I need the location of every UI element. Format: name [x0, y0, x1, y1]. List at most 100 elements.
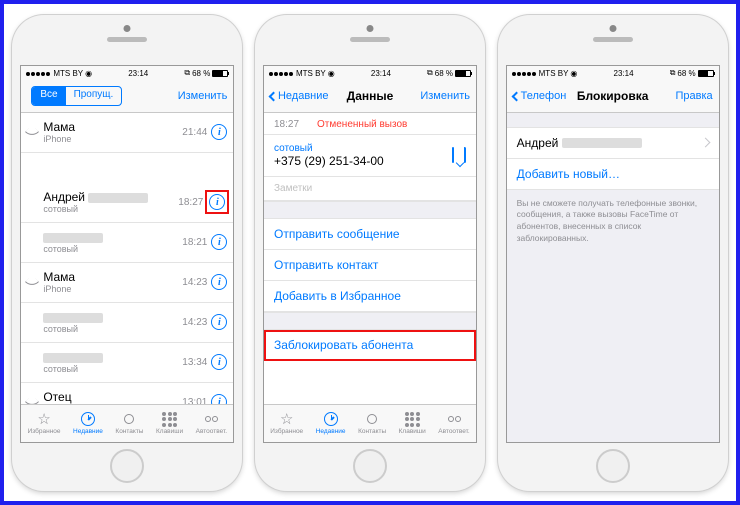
- info-button[interactable]: i: [211, 314, 227, 330]
- phone-speaker: [593, 37, 633, 42]
- chevron-right-icon: [700, 138, 710, 148]
- tab-voicemail[interactable]: Автоответ.: [438, 411, 469, 435]
- wifi-icon: ◉: [570, 69, 577, 78]
- home-button[interactable]: [110, 449, 144, 483]
- section-spacer: [264, 312, 476, 330]
- call-row[interactable]: сотовый14:23i: [21, 303, 233, 343]
- tab-favorites[interactable]: ☆Избранное: [270, 411, 303, 435]
- info-button[interactable]: i: [211, 354, 227, 370]
- caller-sub: iPhone: [43, 284, 182, 294]
- call-row[interactable]: сотовый13:34 i: [21, 343, 233, 383]
- section-spacer: [264, 201, 476, 219]
- send-message-cell[interactable]: Отправить сообщение: [264, 219, 476, 250]
- bt-icon: ⧉: [184, 68, 190, 78]
- keypad-icon: [403, 411, 421, 427]
- tab-keypad[interactable]: Клавиши: [156, 411, 183, 435]
- segmented-control[interactable]: Все Пропущ.: [31, 86, 122, 106]
- outgoing-icon: [25, 277, 39, 287]
- block-caller-cell[interactable]: Заблокировать абонента: [264, 330, 476, 361]
- add-new-blocked-cell[interactable]: Добавить новый…: [507, 159, 719, 190]
- phone-type-label: сотовый: [274, 143, 452, 154]
- screen-recents: MTS BY ◉ 23:14 ⧉68 % Все Пропущ. Изменит…: [20, 65, 234, 443]
- back-button[interactable]: Телефон: [513, 90, 567, 102]
- caller-name: Мама: [43, 120, 182, 134]
- notes-field[interactable]: Заметки: [264, 177, 476, 201]
- contact-detail[interactable]: 18:27Отмененный вызов сотовый +375 (29) …: [264, 113, 476, 404]
- clock-icon: [79, 411, 97, 427]
- keypad-icon: [161, 411, 179, 427]
- caller-sub: сотовый: [43, 364, 182, 374]
- chevron-left-icon: [511, 91, 521, 101]
- phone-frame-2: MTS BY ◉ 23:14 ⧉68 % Недавние Данные Изм…: [255, 15, 485, 491]
- screen-contact-info: MTS BY ◉ 23:14 ⧉68 % Недавние Данные Изм…: [263, 65, 477, 443]
- tab-recents[interactable]: Недавние: [316, 411, 346, 435]
- call-time: 13:01: [182, 397, 207, 404]
- battery-icon: [455, 70, 471, 77]
- info-button[interactable]: i: [209, 194, 225, 210]
- recents-list[interactable]: МамаiPhone21:44i Андрей сотовый18:27i со…: [21, 113, 233, 404]
- home-button[interactable]: [596, 449, 630, 483]
- signal-icon: [512, 69, 537, 78]
- contact-icon: [120, 411, 138, 427]
- call-row[interactable]: сотовый18:21 i: [21, 223, 233, 263]
- tab-voicemail[interactable]: Автоответ.: [196, 411, 227, 435]
- info-button[interactable]: i: [211, 124, 227, 140]
- edit-button[interactable]: Правка: [675, 90, 712, 102]
- battery-icon: [698, 70, 714, 77]
- battery-pct: 68 %: [192, 69, 210, 78]
- call-time: 18:27: [178, 197, 203, 208]
- share-contact-cell[interactable]: Отправить контакт: [264, 250, 476, 281]
- caller-name: Мама: [43, 270, 182, 284]
- blocked-contact-row[interactable]: Андрей: [507, 127, 719, 159]
- tab-recents[interactable]: Недавние: [73, 411, 103, 435]
- caller-sub: iPhone: [43, 134, 182, 144]
- tab-favorites[interactable]: ☆Избранное: [28, 411, 61, 435]
- carrier-label: MTS BY: [53, 69, 83, 78]
- status-bar: MTS BY ◉ 23:14 ⧉68 %: [507, 66, 719, 81]
- call-row[interactable]: [21, 153, 233, 183]
- back-button[interactable]: Недавние: [270, 90, 329, 102]
- tab-contacts[interactable]: Контакты: [115, 411, 143, 435]
- clock-icon: [322, 411, 340, 427]
- call-row[interactable]: Андрей сотовый18:27i: [21, 183, 233, 223]
- contact-icon: [363, 411, 381, 427]
- edit-button[interactable]: Изменить: [178, 90, 228, 102]
- blocked-list[interactable]: Андрей Добавить новый… Вы не сможете пол…: [507, 113, 719, 442]
- edit-button[interactable]: Изменить: [420, 90, 470, 102]
- tab-bar: ☆Избранное Недавние Контакты Клавиши Авт…: [21, 404, 233, 442]
- caller-sub: сотовый: [43, 244, 182, 254]
- phone-number-value: +375 (29) 251-34-00: [274, 154, 452, 168]
- home-button[interactable]: [353, 449, 387, 483]
- info-button[interactable]: i: [211, 394, 227, 404]
- blurred-text: [562, 138, 642, 148]
- call-icon[interactable]: [464, 148, 466, 162]
- highlight-box: i: [205, 190, 229, 214]
- add-favorite-cell[interactable]: Добавить в Избранное: [264, 281, 476, 312]
- voicemail-icon: [202, 411, 220, 427]
- call-time: 14:23: [182, 277, 207, 288]
- seg-all[interactable]: Все: [32, 87, 65, 105]
- blocked-footnote: Вы не сможете получать телефонные звонки…: [507, 190, 719, 254]
- info-button[interactable]: i: [211, 234, 227, 250]
- status-bar: MTS BY ◉ 23:14 ⧉68 %: [264, 66, 476, 81]
- seg-missed[interactable]: Пропущ.: [66, 87, 122, 105]
- phone-number-cell[interactable]: сотовый +375 (29) 251-34-00: [264, 135, 476, 177]
- blurred-text: [88, 193, 148, 203]
- message-icon[interactable]: [452, 148, 454, 162]
- call-row[interactable]: Отецрабочий13:01i: [21, 383, 233, 404]
- call-time: 13:34: [182, 357, 207, 368]
- call-row[interactable]: МамаiPhone14:23 i: [21, 263, 233, 303]
- call-time: 18:21: [182, 237, 207, 248]
- call-row[interactable]: МамаiPhone21:44i: [21, 113, 233, 153]
- tab-keypad[interactable]: Клавиши: [399, 411, 426, 435]
- info-button[interactable]: i: [211, 274, 227, 290]
- phone-camera: [366, 25, 373, 32]
- caller-name: Отец: [43, 390, 182, 404]
- phone-camera: [124, 25, 131, 32]
- caller-name: [43, 230, 182, 244]
- screen-blocked: MTS BY ◉ 23:14 ⧉68 % Телефон Блокировка …: [506, 65, 720, 443]
- tab-contacts[interactable]: Контакты: [358, 411, 386, 435]
- caller-name: Андрей: [43, 190, 178, 204]
- phone-camera: [609, 25, 616, 32]
- chevron-left-icon: [269, 91, 279, 101]
